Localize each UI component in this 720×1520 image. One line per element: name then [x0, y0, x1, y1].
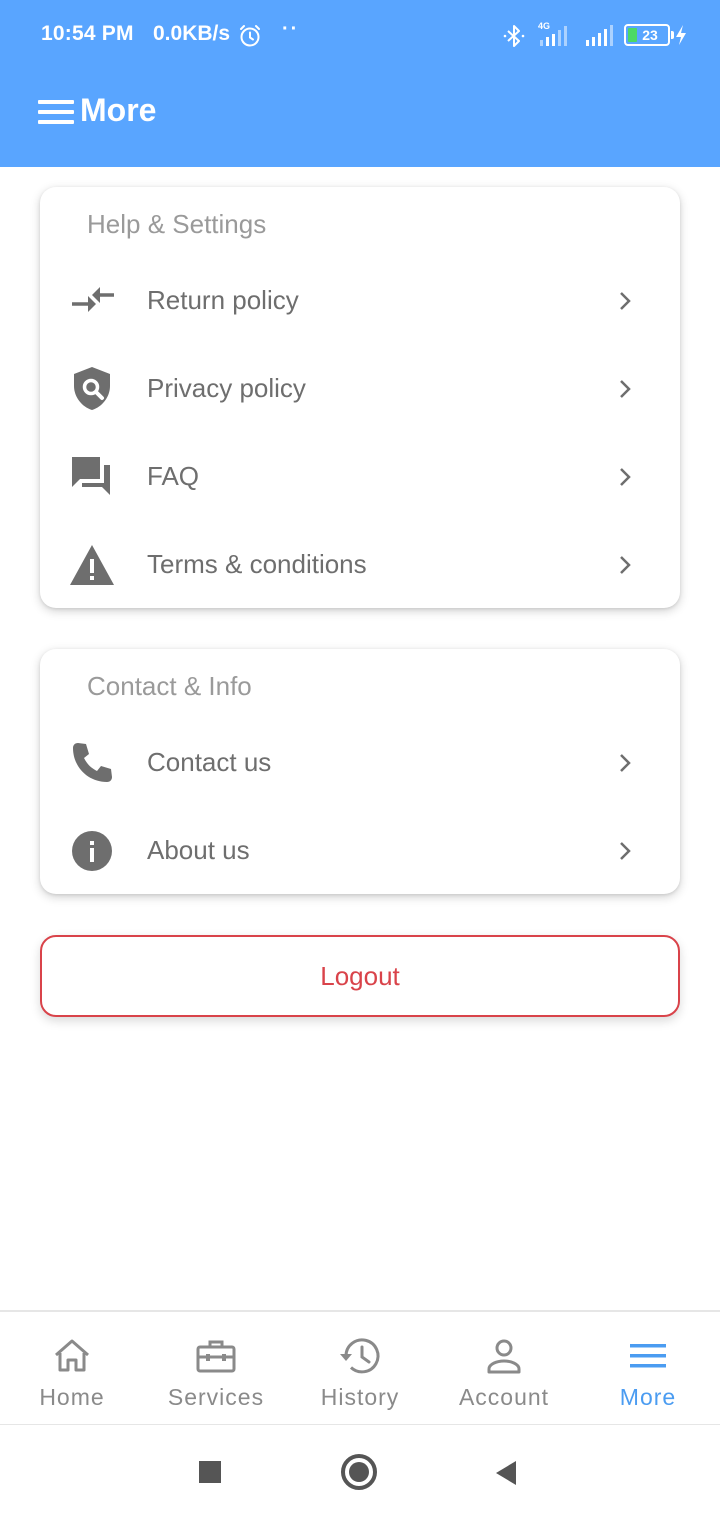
menu-item-label: Return policy: [147, 285, 299, 315]
nav-item-account[interactable]: Account: [432, 1312, 576, 1425]
chevron-right-icon: [620, 754, 631, 772]
nav-item-services[interactable]: Services: [144, 1312, 288, 1425]
logout-button[interactable]: Logout: [40, 935, 680, 1017]
menu-item-label: Terms & conditions: [147, 549, 367, 579]
nav-item-more[interactable]: More: [576, 1312, 720, 1425]
chevron-right-icon: [620, 468, 631, 486]
alarm-icon: [240, 25, 260, 47]
account-icon: [487, 1339, 521, 1374]
nav-item-home[interactable]: Home: [0, 1312, 144, 1425]
menu-item-about-us[interactable]: About us: [40, 807, 680, 895]
home-icon: [55, 1339, 89, 1372]
menu-item-label: Contact us: [147, 747, 272, 777]
nav-item-history[interactable]: History: [288, 1312, 432, 1425]
signal-4g-icon: 4G: [538, 21, 567, 46]
bluetooth-icon: [503, 25, 525, 47]
history-icon: [340, 1338, 380, 1374]
recents-button[interactable]: [199, 1461, 221, 1483]
battery-level: 23: [642, 27, 658, 43]
shield-search-icon: [74, 367, 110, 410]
nav-label: History: [320, 1384, 400, 1410]
section-title-contact-info: Contact & Info: [87, 671, 252, 701]
menu-icon: [630, 1344, 666, 1368]
menu-item-faq[interactable]: FAQ: [40, 433, 680, 521]
section-title-help-settings: Help & Settings: [87, 209, 267, 239]
menu-item-label: Privacy policy: [147, 373, 306, 403]
chevron-right-icon: [620, 380, 631, 398]
nav-label: Services: [167, 1384, 265, 1410]
chevron-right-icon: [620, 842, 631, 860]
notification-dots-icon: ··: [282, 18, 300, 40]
toolbox-icon: [196, 1340, 236, 1373]
menu-item-label: FAQ: [147, 461, 200, 491]
menu-item-label: About us: [147, 835, 250, 865]
status-bar: 10:54 PM 0.0KB/s ·· 4G 23: [0, 0, 720, 70]
menu-item-privacy-policy[interactable]: Privacy policy: [40, 345, 680, 433]
nav-label: Account: [458, 1384, 550, 1410]
charging-icon: [676, 25, 686, 45]
hamburger-menu-icon[interactable]: [38, 98, 74, 126]
phone-icon: [73, 743, 112, 782]
chevron-right-icon: [620, 556, 631, 574]
app-bar: 10:54 PM 0.0KB/s ·· 4G 23 More: [0, 0, 720, 167]
network-type-label: 4G: [538, 21, 550, 31]
back-button[interactable]: [494, 1459, 518, 1487]
menu-item-terms-conditions[interactable]: Terms & conditions: [40, 521, 680, 609]
menu-item-contact-us[interactable]: Contact us: [40, 719, 680, 807]
system-navigation-bar: [0, 1426, 720, 1520]
status-time: 10:54 PM: [41, 22, 134, 45]
forum-icon: [72, 457, 110, 495]
battery-icon: 23: [624, 24, 674, 46]
info-icon: [72, 831, 112, 871]
page-title: More: [80, 92, 157, 128]
signal-icon: [586, 25, 613, 46]
contact-info-card: Contact & Info Contact us About us: [40, 649, 680, 894]
warning-icon: [70, 545, 114, 585]
help-settings-card: Help & Settings Return policy Privacy po…: [40, 187, 680, 608]
home-button[interactable]: [341, 1454, 377, 1490]
compare-arrows-icon: [72, 287, 114, 312]
menu-item-return-policy[interactable]: Return policy: [40, 257, 680, 345]
nav-label: More: [619, 1384, 677, 1410]
status-net-speed: 0.0KB/s: [153, 22, 231, 45]
nav-label: Home: [39, 1384, 105, 1410]
chevron-right-icon: [620, 292, 631, 310]
bottom-navigation: Home Services History Account More: [0, 1310, 720, 1425]
